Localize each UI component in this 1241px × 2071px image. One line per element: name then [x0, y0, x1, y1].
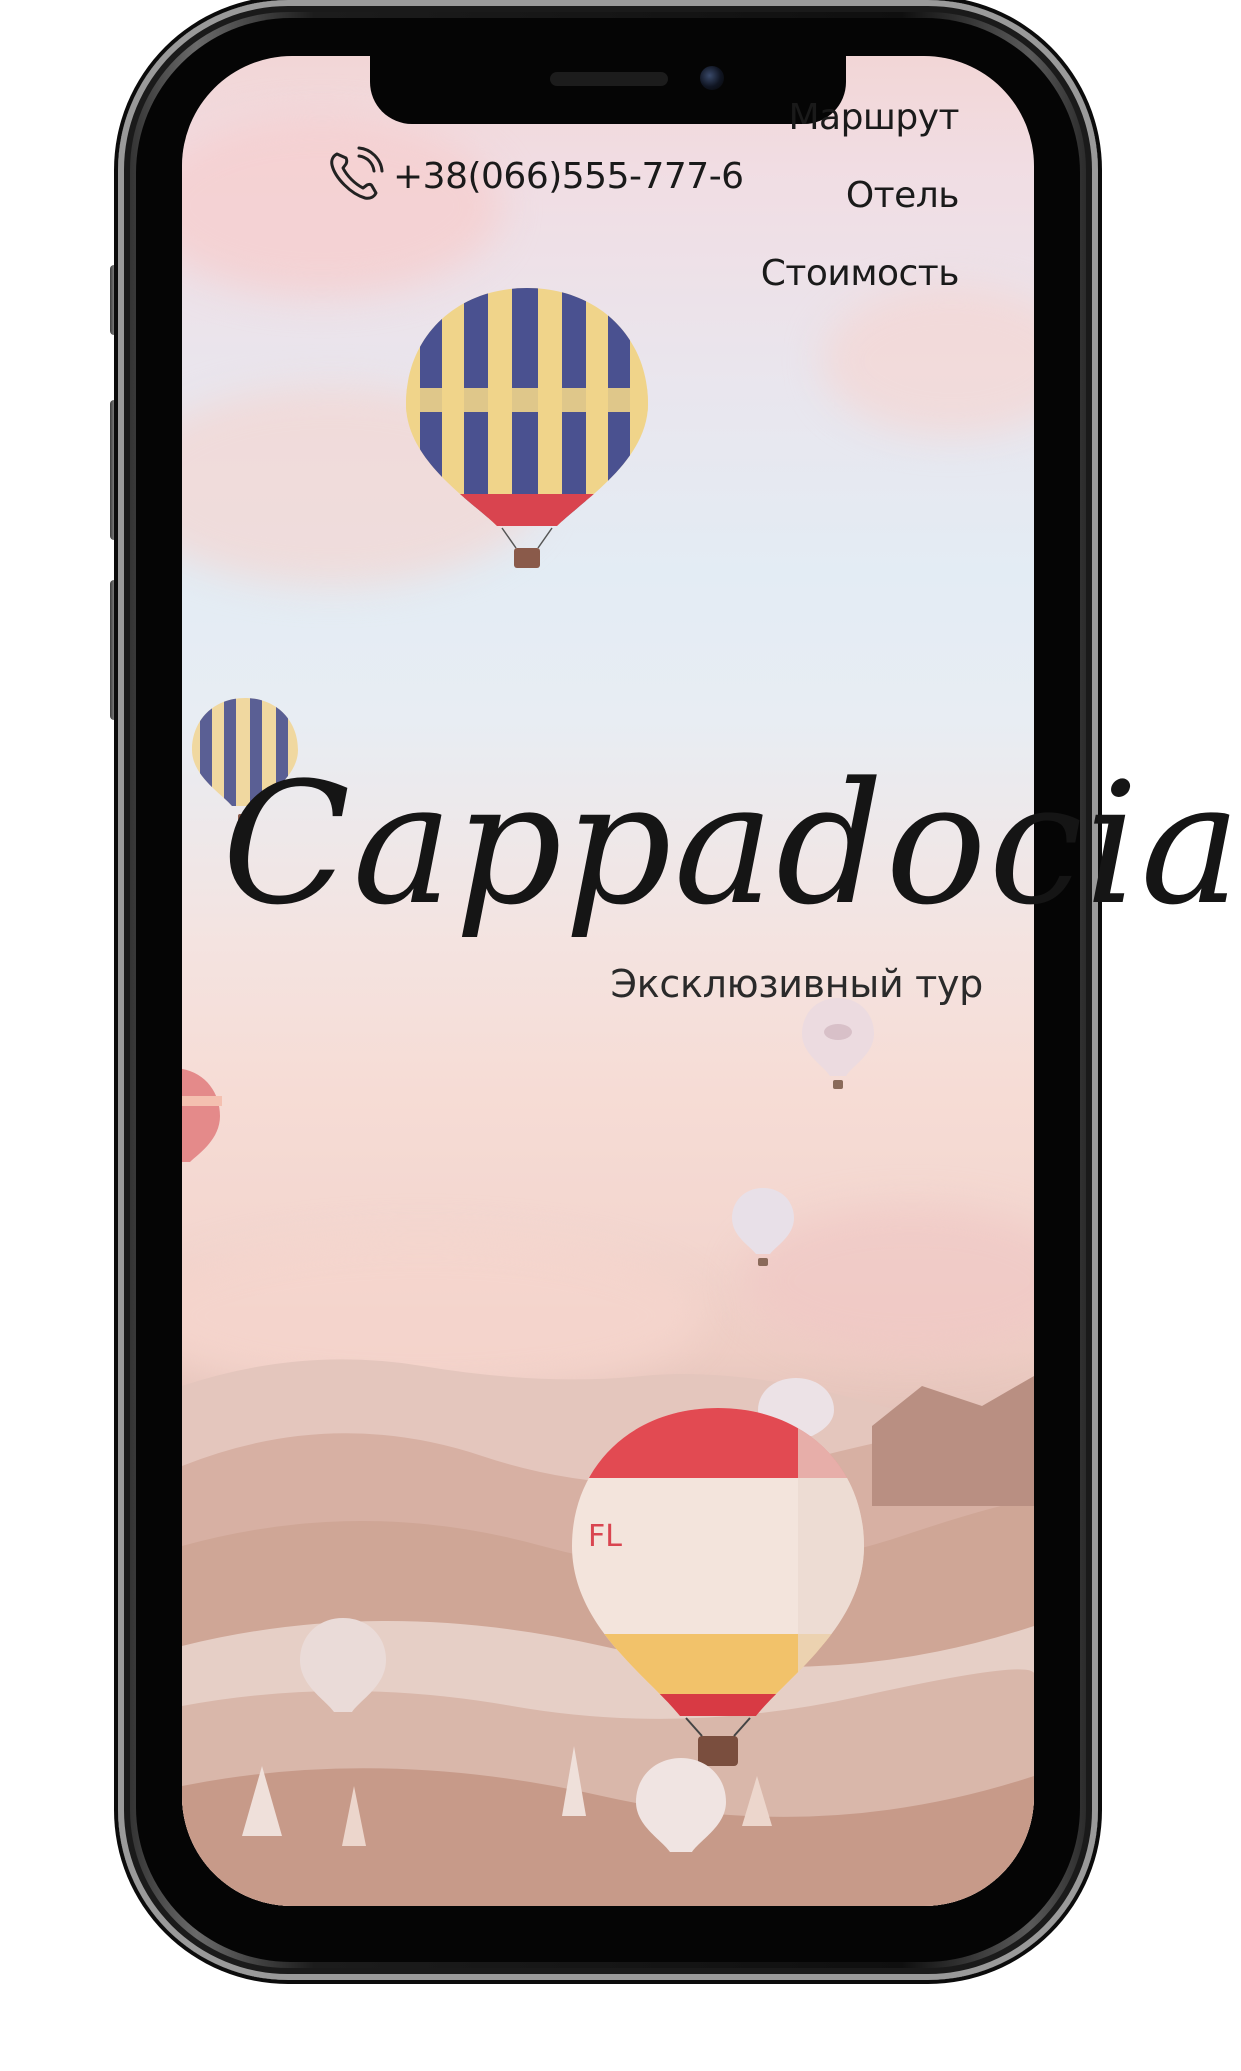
balloon-red-large: FL [572, 1408, 864, 1766]
cloud [822, 286, 1034, 436]
front-camera [700, 66, 724, 90]
cloud [182, 116, 502, 296]
phone-link[interactable]: +38(066)555-777-6 [325, 146, 744, 206]
nav-item-route[interactable]: Маршрут [788, 90, 959, 146]
balloon-white-low-center [636, 1758, 726, 1852]
main-nav: Маршрут Отель Стоимость [761, 97, 960, 302]
balloon-white-small [802, 998, 874, 1089]
balloon-white-tiny [732, 1188, 794, 1266]
hero-subtitle: Эксклюзивный тур [610, 962, 984, 1006]
balloon-pink-edge [182, 1068, 222, 1162]
earpiece-speaker [550, 72, 668, 86]
nav-item-price[interactable]: Стоимость [761, 246, 960, 302]
balloon-white-low-left [300, 1618, 386, 1712]
balloon-striped-large [406, 288, 648, 568]
svg-text:FL: FL [588, 1519, 622, 1554]
nav-item-hotel[interactable]: Отель [846, 168, 960, 224]
device-mockup: FL +38(066)555-777-6 Маршрут Отель Стоим… [0, 0, 1241, 2071]
hero-title: Cappadocia [222, 746, 1241, 942]
phone-icon [325, 146, 385, 206]
phone-number: +38(066)555-777-6 [393, 155, 744, 197]
